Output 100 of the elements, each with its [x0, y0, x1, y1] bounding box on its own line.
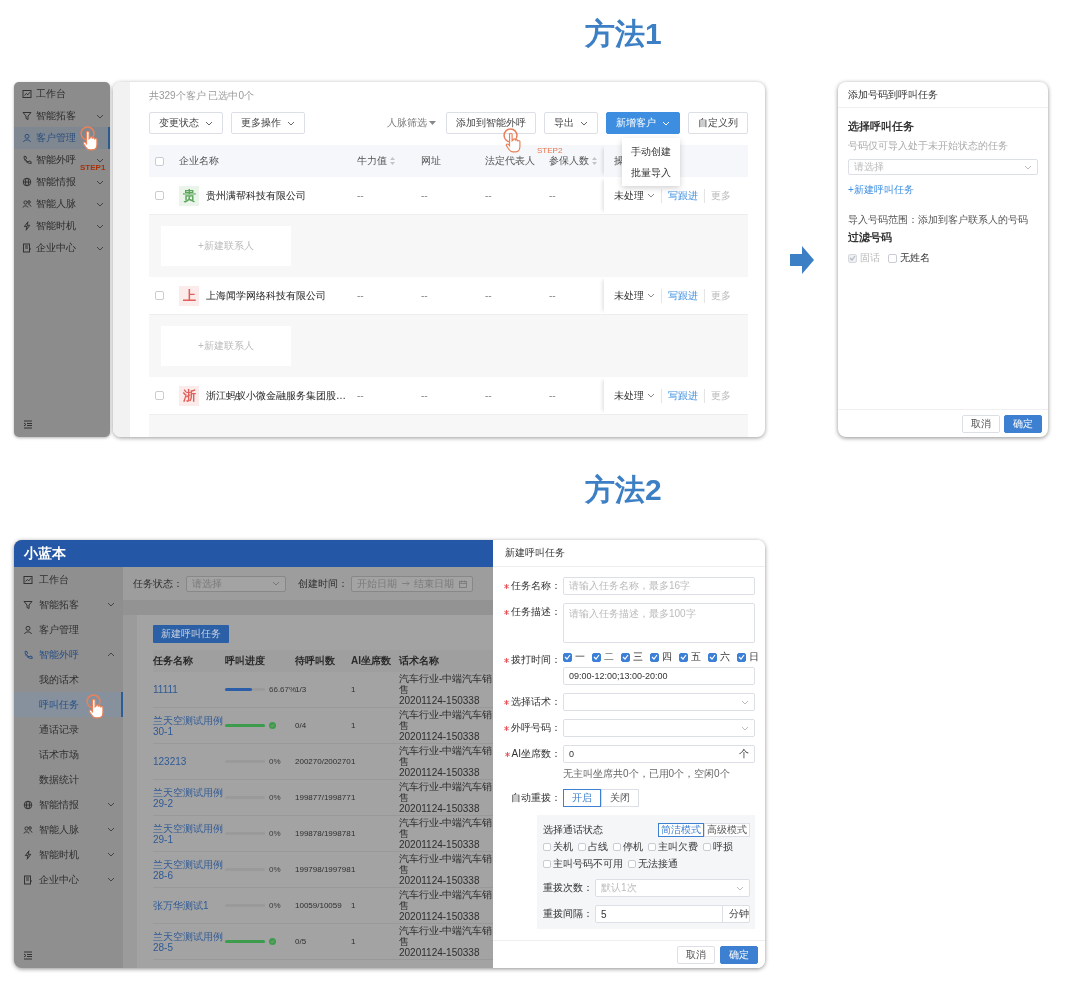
checkbox[interactable]: [155, 291, 164, 300]
chevron-down-icon: [580, 120, 588, 126]
menu-item[interactable]: 批量导入: [622, 162, 680, 183]
filter-dropdown[interactable]: 人脉筛选: [387, 116, 436, 130]
menu-item[interactable]: 手动创建: [622, 141, 680, 162]
sidebar-item[interactable]: 企业中心: [14, 867, 79, 892]
column-header: 网址: [421, 154, 441, 168]
follow-up-link[interactable]: 写跟进: [662, 188, 705, 203]
checkbox-label: 无法接通: [638, 857, 678, 871]
export-button[interactable]: 导出: [544, 112, 598, 134]
checkbox[interactable]: [613, 843, 621, 851]
checkbox[interactable]: [703, 843, 711, 851]
new-task-button[interactable]: 新建呼叫任务: [153, 625, 229, 643]
table-cell: 199878/199878: [295, 829, 351, 838]
sidebar-item[interactable]: 企业中心: [14, 237, 76, 259]
task-name-link[interactable]: 兰天空测试用例29-1: [153, 822, 225, 845]
select-field[interactable]: [563, 693, 755, 711]
sidebar-item[interactable]: 智能拓客: [14, 105, 76, 127]
task-name-link[interactable]: 兰天空测试用例28-5: [153, 930, 225, 953]
checkbox[interactable]: [737, 652, 746, 662]
checkbox[interactable]: [592, 652, 601, 662]
sidebar-item[interactable]: 工作台: [14, 567, 69, 592]
sidebar-subitem[interactable]: 我的话术: [14, 667, 79, 692]
custom-columns-button[interactable]: 自定义列: [688, 112, 748, 134]
checkbox[interactable]: [543, 860, 551, 868]
confirm-button[interactable]: 确定: [720, 945, 758, 964]
status-dropdown[interactable]: 未处理: [614, 188, 662, 203]
follow-up-link[interactable]: 写跟进: [662, 288, 705, 303]
task-name-link[interactable]: 兰天空测试用例28-6: [153, 858, 225, 881]
status-dropdown[interactable]: 未处理: [614, 388, 662, 403]
sidebar-item[interactable]: 工作台: [14, 83, 66, 105]
sidebar-item[interactable]: 智能人脉: [14, 193, 76, 215]
time-field[interactable]: 09:00-12:00;13:00-20:00: [563, 667, 755, 685]
sort-icon[interactable]: [592, 157, 597, 165]
sidebar-item[interactable]: 客户管理: [14, 127, 76, 149]
task-name-link[interactable]: 11111: [153, 684, 225, 695]
sidebar-item[interactable]: 智能情报: [14, 792, 79, 817]
sidebar-item[interactable]: 智能拓客: [14, 592, 79, 617]
person-icon: [23, 624, 33, 635]
checkbox[interactable]: [679, 652, 688, 662]
sidebar-item[interactable]: 客户管理: [14, 617, 79, 642]
dropdown-button[interactable]: 更多操作: [231, 112, 305, 134]
checkbox[interactable]: [155, 391, 164, 400]
select-field[interactable]: [563, 719, 755, 737]
task-name-link[interactable]: 兰天空测试用例29-2: [153, 786, 225, 809]
number-field[interactable]: 5 分钟: [595, 905, 750, 923]
cancel-button[interactable]: 取消: [962, 414, 1000, 433]
checkbox-label: 无姓名: [900, 251, 930, 265]
table-cell-text: 1: [351, 901, 357, 910]
column-header: 牛力值: [357, 154, 387, 168]
segment-option[interactable]: 关闭: [601, 789, 639, 807]
mode-tab[interactable]: 高级模式: [704, 823, 750, 837]
mode-tab[interactable]: 简洁模式: [658, 823, 704, 837]
sidebar-subitem[interactable]: 通话记录: [14, 717, 79, 742]
sidebar-item[interactable]: 智能人脉: [14, 817, 79, 842]
checkbox[interactable]: [628, 860, 636, 868]
sidebar-item[interactable]: 智能外呼: [14, 149, 76, 171]
task-name-link[interactable]: 兰天空测试用例30-1: [153, 714, 225, 737]
checkbox[interactable]: [155, 156, 164, 166]
menu-collapse-icon[interactable]: [23, 951, 33, 960]
table-cell: --: [549, 390, 556, 401]
menu-collapse-icon[interactable]: [23, 420, 33, 429]
sidebar-item[interactable]: 智能情报: [14, 171, 76, 193]
checkbox[interactable]: [578, 843, 586, 851]
sidebar-item[interactable]: 智能时机: [14, 215, 76, 237]
sidebar-subitem[interactable]: 数据统计: [14, 767, 79, 792]
dropdown-button[interactable]: 变更状态: [149, 112, 223, 134]
new-customer-button[interactable]: 新增客户: [606, 112, 680, 134]
field-label: AI坐席数：: [511, 748, 561, 759]
sidebar-subitem[interactable]: 话术市场: [14, 742, 79, 767]
checkbox[interactable]: [155, 191, 164, 200]
progress-percent: 0%: [269, 793, 281, 802]
calendar-icon: [458, 579, 467, 588]
field-label: 重拨次数：: [543, 881, 594, 895]
checkbox[interactable]: [563, 652, 572, 662]
status-dropdown[interactable]: 未处理: [614, 288, 662, 303]
sidebar-item[interactable]: 智能外呼: [14, 642, 79, 667]
sidebar-subitem[interactable]: 呼叫任务: [14, 692, 79, 717]
new-task-link[interactable]: +新建呼叫任务: [848, 183, 914, 197]
checkbox[interactable]: [648, 843, 656, 851]
checkbox[interactable]: [650, 652, 659, 662]
number-field[interactable]: 0 个: [563, 745, 755, 763]
confirm-button[interactable]: 确定: [1004, 414, 1042, 433]
checkbox[interactable]: [888, 253, 897, 263]
table-cell: --: [357, 390, 364, 401]
add-to-calls-button[interactable]: 添加到智能外呼: [446, 112, 536, 134]
task-name-link[interactable]: 123213: [153, 756, 225, 767]
sort-icon[interactable]: [390, 157, 395, 165]
sidebar-item[interactable]: 智能时机: [14, 842, 79, 867]
checkbox[interactable]: [708, 652, 717, 662]
cancel-button[interactable]: 取消: [677, 945, 715, 964]
selection-summary: 共329个客户 已选中0个: [149, 89, 255, 103]
follow-up-link[interactable]: 写跟进: [662, 388, 705, 403]
checkbox[interactable]: [621, 652, 630, 662]
checkbox[interactable]: [543, 843, 551, 851]
table-cell: 199798/199798: [295, 865, 351, 874]
company-avatar: 贵: [179, 185, 199, 206]
task-name-link[interactable]: 张万华测试1: [153, 900, 225, 911]
required-icon: [504, 751, 510, 757]
segment-option[interactable]: 开启: [563, 789, 601, 807]
